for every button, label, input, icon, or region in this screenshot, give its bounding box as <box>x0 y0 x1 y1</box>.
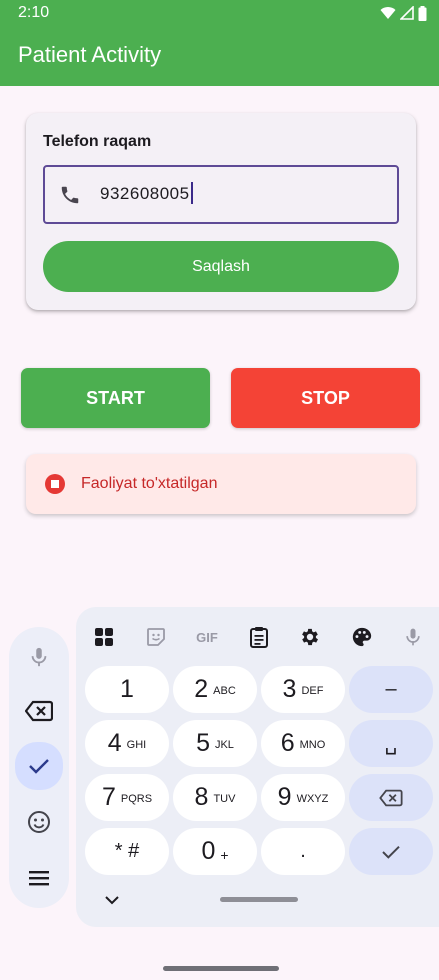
side-menu-button[interactable] <box>17 856 61 900</box>
numeric-keyboard: GIF 1 2 ABC 3 DEF – 4 GHI 5 JKL 6 MNO ␣ 7 PQRS… <box>76 607 439 927</box>
signal-icon <box>400 6 414 20</box>
mic-icon <box>406 628 420 646</box>
status-icons <box>380 5 427 21</box>
backspace-icon <box>25 700 53 722</box>
text-caret <box>190 182 193 205</box>
phone-card: Telefon raqam 932608005 Saqlash <box>26 113 416 310</box>
key-label: * # <box>114 840 140 862</box>
apps-grid-icon <box>95 628 113 646</box>
toolbar-gif-button[interactable]: GIF <box>189 619 225 655</box>
start-button[interactable]: START <box>21 368 210 428</box>
toolbar-clipboard-button[interactable] <box>241 619 277 655</box>
key-letters: DEF <box>301 685 324 697</box>
key-letters: MNO <box>299 739 326 751</box>
key-letters: WXYZ <box>296 793 329 805</box>
emoji-icon <box>28 811 50 833</box>
activity-status-card: Faoliyat to'xtatilgan <box>26 454 416 514</box>
phone-value: 932608005 <box>100 182 193 205</box>
key-5[interactable]: 5 JKL <box>173 720 257 767</box>
check-icon <box>382 845 400 859</box>
wifi-icon <box>380 7 396 20</box>
key-0[interactable]: 0 + <box>173 828 257 875</box>
phone-value-text: 932608005 <box>100 184 190 203</box>
key-label: 6 <box>280 729 295 757</box>
toolbar-settings-button[interactable] <box>292 619 328 655</box>
key-label: ␣ <box>384 733 398 755</box>
key-letters: TUV <box>213 793 236 805</box>
activity-status-text: Faoliyat to'xtatilgan <box>81 475 218 492</box>
phone-input[interactable]: 932608005 <box>43 165 399 224</box>
key-letters: PQRS <box>120 793 153 805</box>
phone-label: Telefon raqam <box>43 133 152 150</box>
clipboard-icon <box>250 627 268 648</box>
phone-icon <box>61 186 79 204</box>
key-label: 5 <box>196 729 210 757</box>
key-letters: + <box>220 846 229 863</box>
toolbar-apps-button[interactable] <box>86 619 122 655</box>
key-letters: JKL <box>214 739 234 751</box>
key-7[interactable]: 7 PQRS <box>85 774 169 821</box>
key-label: 2 <box>194 675 209 703</box>
settings-icon <box>302 628 318 646</box>
key-label: 4 <box>107 729 122 757</box>
key-4[interactable]: 4 GHI <box>85 720 169 767</box>
sticker-icon <box>147 628 165 646</box>
toolbar-voice-button[interactable] <box>395 619 431 655</box>
key-label: 8 <box>194 783 209 811</box>
palette-icon <box>352 627 372 647</box>
battery-icon <box>418 5 427 21</box>
menu-icon <box>29 871 49 886</box>
key-8[interactable]: 8 TUV <box>173 774 257 821</box>
key-label: 0 <box>201 837 216 865</box>
key-label: . <box>300 840 306 862</box>
home-indicator[interactable] <box>163 966 279 971</box>
save-button[interactable]: Saqlash <box>43 241 399 292</box>
key-label: 1 <box>120 675 134 703</box>
key-2[interactable]: 2 ABC <box>173 666 257 713</box>
side-backspace-button[interactable] <box>17 689 61 733</box>
key-6[interactable]: 6 MNO <box>261 720 345 767</box>
key-period[interactable]: . <box>261 828 345 875</box>
mic-icon <box>31 647 47 667</box>
side-emoji-button[interactable] <box>17 800 61 844</box>
key-letters: GHI <box>126 739 147 751</box>
key-label: 9 <box>277 783 292 811</box>
side-check-button[interactable] <box>15 742 63 790</box>
chevron-down-icon[interactable] <box>102 890 122 910</box>
key-3[interactable]: 3 DEF <box>261 666 345 713</box>
status-bar: 2:10 <box>0 0 439 28</box>
check-icon <box>29 759 49 774</box>
key-9[interactable]: 9 WXYZ <box>261 774 345 821</box>
toolbar-sticker-button[interactable] <box>138 619 174 655</box>
keyboard-toolbar: GIF <box>76 619 439 655</box>
key-done[interactable] <box>349 828 433 875</box>
stop-circle-icon <box>45 474 65 494</box>
app-bar: Patient Activity <box>0 28 439 86</box>
stop-button[interactable]: STOP <box>231 368 420 428</box>
keyboard-drag-handle[interactable] <box>220 897 298 902</box>
key-backspace[interactable] <box>349 774 433 821</box>
keyboard-side-panel <box>9 627 69 908</box>
key-label: 3 <box>282 675 297 703</box>
key-label: 7 <box>101 783 116 811</box>
status-time: 2:10 <box>18 4 50 21</box>
key-star-hash[interactable]: * # <box>85 828 169 875</box>
app-title: Patient Activity <box>18 42 162 67</box>
key-label: – <box>385 678 397 700</box>
side-mic-button[interactable] <box>17 635 61 679</box>
key-space[interactable]: ␣ <box>349 720 433 767</box>
toolbar-theme-button[interactable] <box>344 619 380 655</box>
backspace-icon <box>379 789 403 806</box>
key-dash[interactable]: – <box>349 666 433 713</box>
key-1[interactable]: 1 <box>85 666 169 713</box>
key-letters: ABC <box>213 685 236 697</box>
